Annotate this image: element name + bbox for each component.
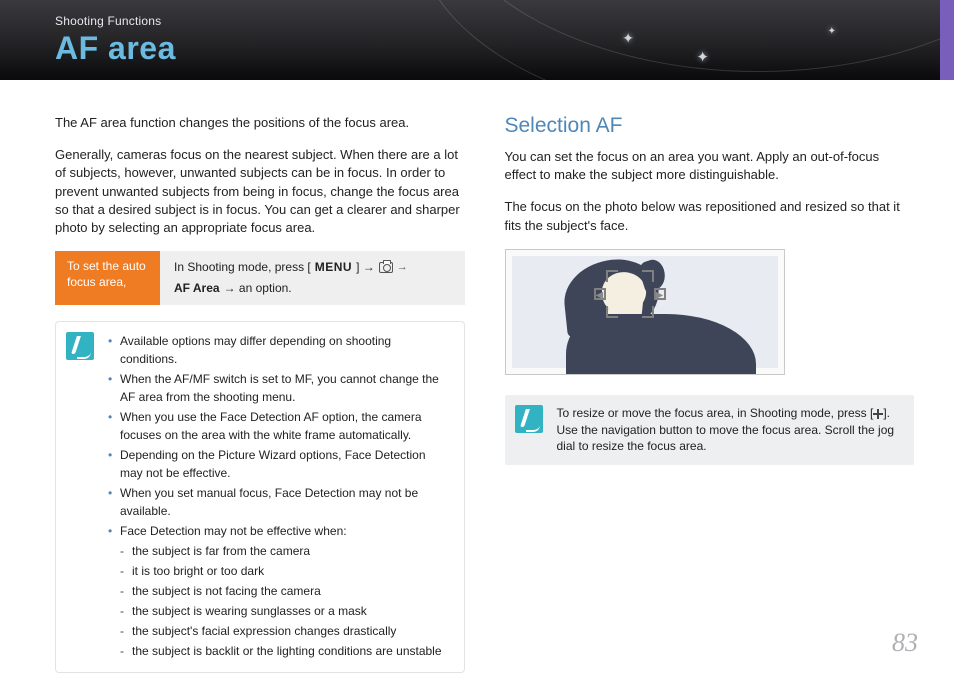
note-item: Available options may differ depending o…	[108, 332, 448, 368]
instruction-label: To set the auto focus area,	[55, 251, 160, 305]
focus-arrow-right-icon: ▶	[654, 288, 666, 300]
focus-corner-icon	[606, 270, 618, 282]
instruction-text: → an option.	[224, 280, 292, 297]
tip-box: To resize or move the focus area, in Sho…	[505, 395, 915, 465]
menu-button-icon: MENU	[315, 259, 352, 276]
note-content: Available options may differ depending o…	[108, 332, 448, 662]
instruction-text: In Shooting mode, press [	[174, 259, 311, 276]
focus-corner-icon	[642, 270, 654, 282]
page-header: ✦ ✦ ✦ Shooting Functions AF area	[0, 0, 954, 80]
note-item: When the AF/MF switch is set to MF, you …	[108, 370, 448, 406]
note-item: Depending on the Picture Wizard options,…	[108, 446, 448, 482]
tip-text-prefix: To resize or move the focus area, in Sho…	[557, 406, 874, 420]
instruction-text: ] →	[356, 259, 375, 276]
instruction-bar: To set the auto focus area, In Shooting …	[55, 251, 465, 305]
left-column: The AF area function changes the positio…	[55, 114, 465, 673]
section-text-2: The focus on the photo below was reposit…	[505, 198, 915, 234]
arrow-icon: →	[397, 260, 408, 275]
note-sub-item: the subject's facial expression changes …	[120, 622, 448, 640]
note-sub-item: the subject is far from the camera	[120, 542, 448, 560]
star-icon: ✦	[622, 30, 634, 47]
note-sub-item: the subject is backlit or the lighting c…	[120, 642, 448, 660]
note-pen-icon	[515, 405, 543, 433]
tip-text: To resize or move the focus area, in Sho…	[557, 405, 899, 455]
note-pen-icon	[66, 332, 94, 360]
note-item: When you use the Face Detection AF optio…	[108, 408, 448, 444]
page-number: 83	[892, 628, 918, 658]
example-photo: ◀ ▶	[505, 249, 785, 375]
jog-dial-icon	[873, 409, 883, 419]
focus-corner-icon	[642, 306, 654, 318]
instruction-body: In Shooting mode, press [ MENU ] → → AF …	[160, 251, 465, 305]
note-item: Face Detection may not be effective when…	[108, 522, 448, 540]
note-list: Available options may differ depending o…	[108, 332, 448, 540]
instruction-bold: AF Area	[174, 280, 220, 297]
right-column: Selection AF You can set the focus on an…	[505, 114, 915, 673]
intro-text-1: The AF area function changes the positio…	[55, 114, 465, 132]
star-icon: ✦	[696, 48, 709, 66]
star-icon: ✦	[828, 26, 836, 37]
page-body: The AF area function changes the positio…	[0, 80, 954, 673]
header-accent-bar	[940, 0, 954, 80]
note-item: When you set manual focus, Face Detectio…	[108, 484, 448, 520]
camera-icon	[379, 262, 393, 273]
note-sub-list: the subject is far from the camera it is…	[120, 542, 448, 660]
intro-text-2: Generally, cameras focus on the nearest …	[55, 146, 465, 237]
focus-arrow-left-icon: ◀	[594, 288, 606, 300]
section-text-1: You can set the focus on an area you wan…	[505, 148, 915, 184]
focus-frame-overlay: ◀ ▶	[606, 270, 654, 318]
note-sub-item: the subject is not facing the camera	[120, 582, 448, 600]
focus-corner-icon	[606, 306, 618, 318]
note-sub-item: the subject is wearing sunglasses or a m…	[120, 602, 448, 620]
note-sub-item: it is too bright or too dark	[120, 562, 448, 580]
section-heading: Selection AF	[505, 114, 915, 138]
note-box: Available options may differ depending o…	[55, 321, 465, 673]
